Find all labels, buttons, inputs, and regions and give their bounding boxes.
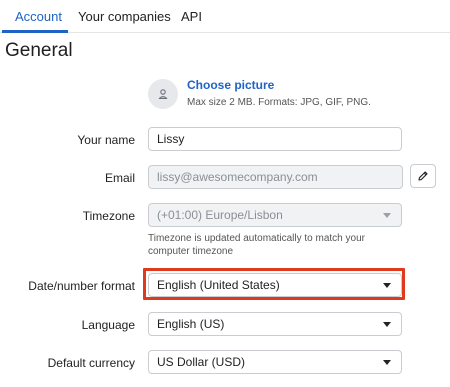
edit-email-button[interactable] [410, 164, 436, 188]
currency-value: US Dollar (USD) [157, 355, 246, 369]
choose-picture-link[interactable]: Choose picture [187, 78, 274, 92]
date-format-select[interactable]: English (United States) [148, 273, 402, 297]
email-value: lissy@awesomecompany.com [157, 170, 318, 184]
language-value: English (US) [157, 317, 225, 331]
tab-bar: Account Your companies API [0, 0, 450, 33]
tab-account[interactable]: Account [15, 9, 62, 24]
timezone-value: (+01:00) Europe/Lisbon [157, 208, 283, 222]
chevron-down-icon [383, 213, 391, 218]
active-tab-indicator [2, 30, 68, 33]
chevron-down-icon [383, 360, 391, 365]
chevron-down-icon [383, 322, 391, 327]
language-label: Language [81, 318, 135, 332]
tab-your-companies[interactable]: Your companies [78, 9, 171, 24]
user-icon [158, 89, 168, 100]
date-format-label: Date/number format [28, 279, 135, 293]
name-label: Your name [77, 133, 135, 147]
timezone-select: (+01:00) Europe/Lisbon [148, 203, 402, 227]
timezone-hint: Timezone is updated automatically to mat… [148, 233, 365, 257]
currency-label: Default currency [47, 356, 135, 370]
timezone-label: Timezone [82, 209, 135, 223]
name-input[interactable] [148, 127, 402, 151]
email-label: Email [104, 171, 135, 185]
date-format-value: English (United States) [157, 278, 280, 292]
picture-format-hint: Max size 2 MB. Formats: JPG, GIF, PNG. [187, 97, 371, 108]
currency-select[interactable]: US Dollar (USD) [148, 350, 402, 374]
email-field: lissy@awesomecompany.com [148, 165, 403, 189]
pencil-icon [418, 171, 428, 181]
language-select[interactable]: English (US) [148, 312, 402, 336]
tab-api[interactable]: API [181, 9, 202, 24]
avatar[interactable] [148, 79, 178, 109]
chevron-down-icon [383, 283, 391, 288]
section-title: General [5, 40, 73, 61]
